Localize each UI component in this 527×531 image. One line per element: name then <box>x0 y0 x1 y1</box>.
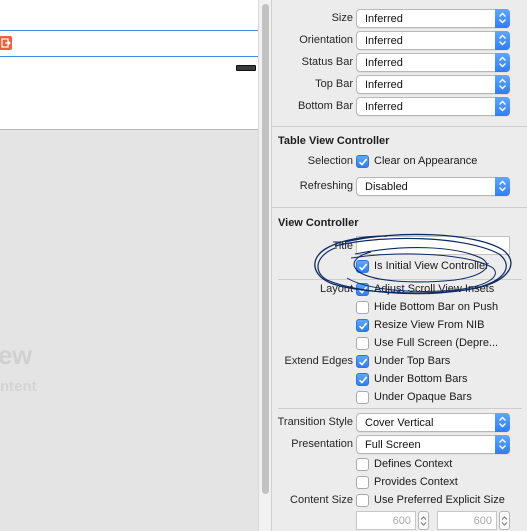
under-opaque-bars-checkbox[interactable] <box>356 391 369 404</box>
scene-selection-line-bottom <box>0 56 258 57</box>
provides-context-checkbox[interactable] <box>356 476 369 489</box>
under-top-bars-label: Under Top Bars <box>374 355 451 367</box>
chevron-updown-icon <box>495 75 510 94</box>
canvas-scene-subtitle: ntent <box>0 378 37 395</box>
attributes-inspector: Size Inferred Orientation Inferred Statu… <box>271 0 527 531</box>
clear-on-appearance-label: Clear on Appearance <box>374 155 478 167</box>
content-size-label: Content Size <box>290 494 353 506</box>
orientation-value: Inferred <box>365 35 403 47</box>
size-label: Size <box>331 12 353 24</box>
presentation-popup[interactable]: Full Screen <box>356 435 510 454</box>
provides-context-label: Provides Context <box>374 476 458 488</box>
transition-style-popup[interactable]: Cover Vertical <box>356 413 510 432</box>
chevron-updown-icon <box>495 97 510 116</box>
orientation-popup[interactable]: Inferred <box>356 31 510 50</box>
scene-view[interactable] <box>0 0 258 130</box>
chevron-updown-icon <box>495 9 510 28</box>
refreshing-popup[interactable]: Disabled <box>356 177 510 196</box>
status-bar-label: Status Bar <box>301 56 353 68</box>
bottom-bar-popup[interactable]: Inferred <box>356 97 510 116</box>
storyboard-canvas[interactable]: ew ntent <box>0 0 258 531</box>
status-bar-value: Inferred <box>365 57 403 69</box>
bottom-bar-row: Bottom Bar Inferred <box>272 96 527 118</box>
transition-style-label: Transition Style <box>277 416 353 428</box>
adjust-scroll-view-insets-checkbox[interactable] <box>356 283 369 296</box>
size-popup[interactable]: Inferred <box>356 9 510 28</box>
canvas-scrollbar[interactable] <box>258 0 271 531</box>
selection-row: Selection Clear on Appearance <box>272 151 527 173</box>
use-full-screen-label: Use Full Screen (Depre... <box>374 337 499 349</box>
use-full-screen-checkbox[interactable] <box>356 337 369 350</box>
presentation-value: Full Screen <box>365 439 421 451</box>
transition-style-row: Transition Style Cover Vertical <box>272 412 527 434</box>
width-stepper[interactable] <box>418 511 429 530</box>
defines-context-checkbox[interactable] <box>356 458 369 471</box>
adjust-scroll-view-insets-label: Adjust Scroll View Insets <box>374 283 495 295</box>
extend-edges-row-opaque: Under Opaque Bars <box>272 387 527 409</box>
top-bar-value: Inferred <box>365 79 403 91</box>
extend-edges-label: Extend Edges <box>284 355 354 367</box>
scrollbar-thumb[interactable] <box>262 4 269 494</box>
status-bar-popup[interactable]: Inferred <box>356 53 510 72</box>
chevron-updown-icon <box>495 413 510 432</box>
layout-label: Layout <box>319 283 353 295</box>
scene-resize-handle[interactable] <box>236 65 256 71</box>
use-preferred-explicit-size-label: Use Preferred Explicit Size <box>374 494 505 506</box>
selection-label: Selection <box>307 155 353 167</box>
defines-context-label: Defines Context <box>374 458 453 470</box>
bottom-bar-value: Inferred <box>365 101 403 113</box>
chevron-updown-icon <box>495 435 510 454</box>
is-initial-view-controller-label: Is Initial View Controller <box>374 260 489 272</box>
canvas-scene-title: ew <box>0 340 32 370</box>
top-bar-popup[interactable]: Inferred <box>356 75 510 94</box>
title-row: Title <box>272 236 527 258</box>
under-top-bars-checkbox[interactable] <box>356 355 369 368</box>
chevron-updown-icon <box>495 177 510 196</box>
orientation-row: Orientation Inferred <box>272 30 527 52</box>
is-initial-view-controller-checkbox[interactable] <box>356 260 369 273</box>
top-bar-label: Top Bar <box>315 78 353 90</box>
size-row: Size Inferred <box>272 8 527 30</box>
table-view-controller-header: Table View Controller <box>278 135 390 147</box>
content-size-row: Content Size Use Preferred Explicit Size <box>272 490 527 512</box>
refreshing-row: Refreshing Disabled <box>272 176 527 198</box>
subsection-divider <box>278 408 522 409</box>
bottom-bar-label: Bottom Bar <box>297 100 353 112</box>
height-stepper[interactable] <box>499 511 510 530</box>
clear-on-appearance-checkbox[interactable] <box>356 155 369 168</box>
refreshing-value: Disabled <box>365 181 408 193</box>
top-bar-row: Top Bar Inferred <box>272 74 527 96</box>
presentation-label: Presentation <box>291 438 353 450</box>
transition-style-value: Cover Vertical <box>365 417 434 429</box>
under-bottom-bars-checkbox[interactable] <box>356 373 369 386</box>
hide-bottom-bar-on-push-checkbox[interactable] <box>356 301 369 314</box>
exit-icon[interactable] <box>0 36 12 50</box>
refreshing-label: Refreshing <box>299 180 353 192</box>
initial-vc-row: Is Initial View Controller <box>272 256 527 278</box>
resize-view-from-nib-checkbox[interactable] <box>356 319 369 332</box>
chevron-updown-icon <box>495 53 510 72</box>
under-bottom-bars-label: Under Bottom Bars <box>374 373 468 385</box>
hide-bottom-bar-on-push-label: Hide Bottom Bar on Push <box>374 301 499 313</box>
orientation-label: Orientation <box>299 34 353 46</box>
resize-view-from-nib-label: Resize View From NIB <box>374 319 485 331</box>
size-value: Inferred <box>365 13 403 25</box>
presentation-row: Presentation Full Screen <box>272 434 527 456</box>
under-opaque-bars-label: Under Opaque Bars <box>374 391 472 403</box>
use-preferred-explicit-size-checkbox[interactable] <box>356 494 369 507</box>
title-field[interactable] <box>356 236 510 255</box>
content-height-field[interactable]: 600 <box>437 511 497 530</box>
status-bar-row: Status Bar Inferred <box>272 52 527 74</box>
scene-selection-line-top <box>0 30 258 31</box>
title-label: Title <box>332 240 353 252</box>
chevron-updown-icon <box>495 31 510 50</box>
section-divider <box>272 126 527 127</box>
content-width-field[interactable]: 600 <box>356 511 416 530</box>
section-divider <box>272 207 527 208</box>
view-controller-header: View Controller <box>278 217 359 229</box>
